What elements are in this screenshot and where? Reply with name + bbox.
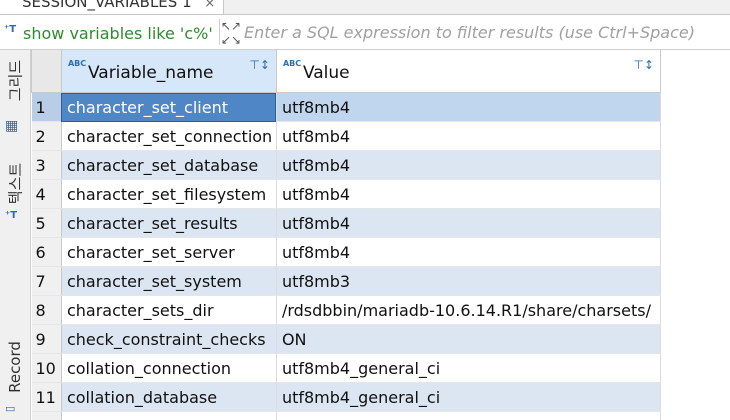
row-number[interactable]: 8: [31, 295, 62, 325]
record-view-tab[interactable]: Record: [6, 341, 24, 393]
empty-cell: [660, 208, 730, 238]
value-cell[interactable]: utf8mb4_general_ci: [276, 411, 661, 420]
header-row: ABC Variable_name ⊤↕ ABC Value ⊤↕: [31, 50, 730, 93]
variable-name-cell[interactable]: character_set_results: [61, 208, 277, 238]
row-number[interactable]: 6: [31, 237, 62, 267]
empty-cell: [660, 92, 730, 122]
expand-icon[interactable]: ↖↗ ↙↘: [219, 19, 242, 47]
text-view-tab[interactable]: 텍스트: [5, 163, 26, 204]
table-row[interactable]: 11 collation_database utf8mb4_general_ci: [31, 382, 730, 412]
row-number[interactable]: 9: [31, 324, 62, 354]
view-mode-sidebar: 그리드 ▦ 텍스트 ⁺T Record ▭: [0, 50, 31, 420]
table-row[interactable]: 8 character_sets_dir/rdsdbbin/mariadb-10.…: [31, 295, 730, 325]
text-type-icon: ABC: [282, 59, 302, 68]
variable-name-cell[interactable]: collation_server: [61, 411, 277, 420]
value-cell[interactable]: utf8mb4_general_ci: [276, 382, 661, 412]
value-cell[interactable]: utf8mb4_general_ci: [276, 353, 661, 383]
close-icon[interactable]: ×: [204, 0, 215, 11]
table-row[interactable]: 2 character_set_connection utf8mb4: [31, 121, 730, 151]
column-label: Value: [302, 63, 350, 83]
table-row[interactable]: 1 character_set_client utf8mb4: [31, 92, 730, 122]
table-row[interactable]: 3 character_set_database utf8mb4: [31, 150, 730, 180]
results-grid: ABC Variable_name ⊤↕ ABC Value ⊤↕ 1 chara…: [31, 50, 730, 420]
editor-tab-bar: SESSION_VARIABLES 1 ×: [0, 0, 730, 15]
row-number[interactable]: 4: [31, 179, 62, 209]
value-cell[interactable]: utf8mb4: [276, 237, 661, 267]
empty-cell: [660, 353, 730, 383]
column-header-value[interactable]: ABC Value ⊤↕: [275, 50, 661, 93]
sql-query-icon: ⁺T: [4, 24, 17, 35]
row-number[interactable]: 7: [31, 266, 62, 296]
record-icon[interactable]: ▭: [5, 402, 15, 415]
text-icon[interactable]: ⁺T: [5, 210, 17, 221]
table-row[interactable]: 7 character_set_system utf8mb3: [31, 266, 730, 296]
variable-name-cell[interactable]: character_set_client: [61, 92, 277, 122]
row-number[interactable]: 1: [31, 92, 62, 122]
row-number[interactable]: 3: [31, 150, 62, 180]
table-row[interactable]: 6 character_set_server utf8mb4: [31, 237, 730, 267]
empty-header-space: [660, 50, 730, 93]
value-cell[interactable]: utf8mb3: [276, 266, 661, 296]
value-cell[interactable]: utf8mb4: [276, 179, 661, 209]
value-cell[interactable]: utf8mb4: [276, 208, 661, 238]
table-row[interactable]: 12collation_serverutf8mb4_general_ci: [31, 411, 730, 420]
tab-session-variables[interactable]: SESSION_VARIABLES 1 ×: [0, 0, 225, 14]
variable-name-cell[interactable]: character_set_filesystem: [61, 179, 277, 209]
grid-icon[interactable]: ▦: [5, 118, 18, 134]
sql-query-text: show variables like 'c%': [23, 24, 213, 43]
table-row[interactable]: 5 character_set_results utf8mb4: [31, 208, 730, 238]
variable-name-cell[interactable]: collation_connection: [61, 353, 277, 383]
filter-bar: ⁺T show variables like 'c%' ↖↗ ↙↘: [0, 15, 730, 50]
results-table: ABC Variable_name ⊤↕ ABC Value ⊤↕ 1 chara…: [31, 50, 730, 420]
column-label: Variable_name: [87, 63, 214, 83]
variable-name-cell[interactable]: character_sets_dir: [61, 295, 277, 325]
empty-cell: [660, 150, 730, 180]
variable-name-cell[interactable]: character_set_connection: [61, 121, 277, 151]
variable-name-cell[interactable]: character_set_system: [61, 266, 277, 296]
value-cell[interactable]: /rdsdbbin/mariadb-10.6.14.R1/share/chars…: [276, 295, 661, 325]
row-number-header[interactable]: [31, 50, 62, 93]
empty-cell: [660, 266, 730, 296]
empty-cell: [660, 295, 730, 325]
empty-cell: [660, 324, 730, 354]
row-number[interactable]: 10: [31, 353, 62, 383]
column-header-variable-name[interactable]: ABC Variable_name ⊤↕: [60, 50, 277, 93]
variable-name-cell[interactable]: character_set_database: [61, 150, 277, 180]
empty-cell: [660, 411, 730, 420]
value-cell[interactable]: utf8mb4: [276, 150, 661, 180]
table-row[interactable]: 9 check_constraint_checks ON: [31, 324, 730, 354]
row-number[interactable]: 2: [31, 121, 62, 151]
row-number[interactable]: 12: [31, 411, 62, 420]
value-cell[interactable]: utf8mb4: [276, 121, 661, 151]
table-row[interactable]: 10 collation_connection utf8mb4_general_ci: [31, 353, 730, 383]
table-row[interactable]: 4 character_set_filesystem utf8mb4: [31, 179, 730, 209]
filter-input[interactable]: [244, 21, 724, 43]
value-cell[interactable]: ON: [276, 324, 661, 354]
empty-cell: [660, 237, 730, 267]
empty-cell: [660, 121, 730, 151]
grid-view-tab[interactable]: 그리드: [5, 60, 26, 101]
filter-sort-icon[interactable]: ⊤↕: [633, 58, 654, 72]
empty-cell: [660, 382, 730, 412]
value-cell[interactable]: utf8mb4: [276, 92, 661, 122]
text-type-icon: ABC: [67, 59, 87, 68]
row-number[interactable]: 5: [31, 208, 62, 238]
row-number[interactable]: 11: [31, 382, 62, 412]
variable-name-cell[interactable]: character_set_server: [61, 237, 277, 267]
tab-title: SESSION_VARIABLES 1: [22, 0, 192, 11]
variable-name-cell[interactable]: collation_database: [61, 382, 277, 412]
filter-sort-icon[interactable]: ⊤↕: [249, 58, 270, 72]
empty-cell: [660, 179, 730, 209]
variable-name-cell[interactable]: check_constraint_checks: [61, 324, 277, 354]
